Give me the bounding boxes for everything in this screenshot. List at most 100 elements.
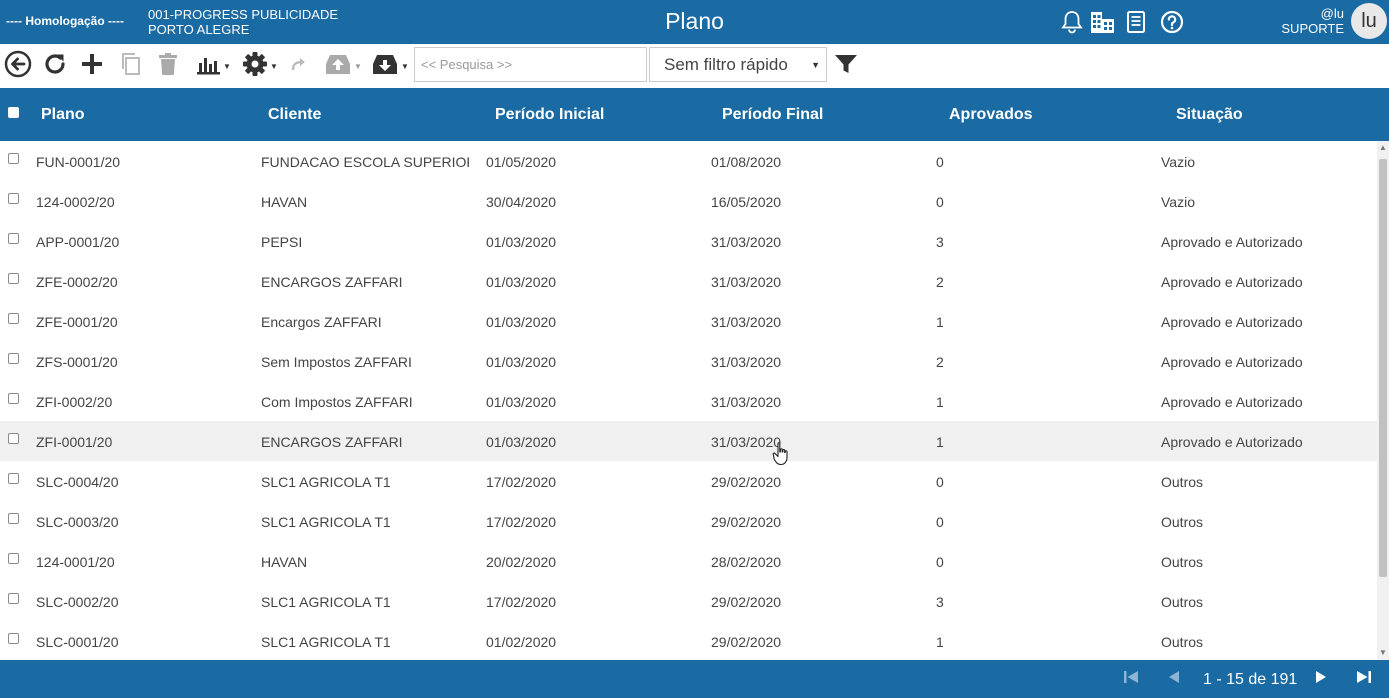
cell-plano: 124-0002/20 bbox=[36, 194, 115, 210]
table-row[interactable]: ZFI-0001/20 ENCARGOS ZAFFARI 01/03/2020 31/… bbox=[0, 421, 1377, 461]
delete-icon bbox=[157, 52, 179, 81]
quick-filter-select[interactable]: Sem filtro rápido ▼ bbox=[649, 47, 827, 82]
table-row[interactable]: SLC-0004/20 SLC1 AGRICOLA T1 17/02/2020 29/… bbox=[0, 461, 1377, 501]
cell-plano: 124-0001/20 bbox=[36, 554, 115, 570]
column-header-situacao[interactable]: Situação bbox=[1176, 106, 1243, 124]
vertical-scrollbar[interactable]: ▲ ▼ bbox=[1377, 141, 1389, 660]
table-row[interactable]: 124-0002/20 HAVAN 30/04/2020 16/05/2020 0 Vaz… bbox=[0, 181, 1377, 221]
chevron-down-icon: ▼ bbox=[223, 61, 231, 71]
row-checkbox[interactable] bbox=[8, 513, 19, 524]
cell-cliente: SLC1 AGRICOLA T1 bbox=[261, 634, 391, 650]
table-row[interactable]: 124-0001/20 HAVAN 20/02/2020 28/02/2020 0 Out… bbox=[0, 541, 1377, 581]
refresh-button[interactable] bbox=[41, 50, 69, 82]
row-checkbox[interactable] bbox=[8, 193, 19, 204]
table-row[interactable]: FUN-0001/20 FUNDACAO ESCOLA SUPERIOR... 01… bbox=[0, 141, 1377, 181]
row-checkbox[interactable] bbox=[8, 273, 19, 284]
cell-periodo-inicial: 17/02/2020 bbox=[486, 514, 557, 530]
row-checkbox[interactable] bbox=[8, 473, 19, 484]
cell-aprovados: 1 bbox=[936, 314, 944, 330]
user-info[interactable]: @lu SUPORTE bbox=[1281, 6, 1344, 36]
next-page-button[interactable] bbox=[1313, 670, 1329, 687]
table-row[interactable]: ZFI-0002/20 Com Impostos ZAFFARI 01/03/202… bbox=[0, 381, 1377, 421]
quick-filter-value: Sem filtro rápido bbox=[664, 54, 788, 74]
cell-situacao: Outros bbox=[1161, 554, 1204, 570]
scroll-up-icon[interactable]: ▲ bbox=[1377, 143, 1389, 153]
table-row[interactable]: SLC-0001/20 SLC1 AGRICOLA T1 01/02/2020 29/… bbox=[0, 621, 1377, 660]
scroll-down-icon[interactable]: ▼ bbox=[1377, 648, 1389, 658]
column-header-plano[interactable]: Plano bbox=[41, 106, 85, 124]
row-checkbox[interactable] bbox=[8, 633, 19, 644]
cell-periodo-final: 16/05/2020 bbox=[711, 194, 782, 210]
environment-label: ---- Homologação ---- bbox=[6, 14, 124, 28]
avatar[interactable]: lu bbox=[1351, 3, 1387, 39]
row-checkbox[interactable] bbox=[8, 593, 19, 604]
buildings-icon[interactable] bbox=[1090, 9, 1116, 35]
cell-situacao: Aprovado e Autorizado bbox=[1161, 274, 1303, 290]
cell-situacao: Aprovado e Autorizado bbox=[1161, 434, 1303, 450]
column-header-aprovados[interactable]: Aprovados bbox=[949, 106, 1033, 124]
upload-menu-button[interactable]: ▼ bbox=[322, 50, 364, 82]
settings-icon bbox=[242, 51, 268, 82]
chevron-down-icon: ▼ bbox=[354, 61, 362, 71]
company-info[interactable]: 001-PROGRESS PUBLICIDADE PORTO ALEGRE bbox=[148, 7, 338, 37]
column-header-periodo-inicial[interactable]: Período Inicial bbox=[495, 106, 604, 124]
scrollbar-thumb[interactable] bbox=[1379, 159, 1387, 577]
first-page-button[interactable] bbox=[1123, 670, 1139, 689]
prev-page-icon bbox=[1167, 670, 1181, 689]
cell-periodo-final: 29/02/2020 bbox=[711, 594, 782, 610]
search-input[interactable] bbox=[414, 47, 647, 82]
table-row[interactable]: SLC-0002/20 SLC1 AGRICOLA T1 17/02/2020 29/… bbox=[0, 581, 1377, 621]
cell-situacao: Outros bbox=[1161, 474, 1204, 490]
cell-aprovados: 0 bbox=[936, 514, 944, 530]
table-row[interactable]: SLC-0003/20 SLC1 AGRICOLA T1 17/02/2020 29/… bbox=[0, 501, 1377, 541]
cell-aprovados: 0 bbox=[936, 154, 944, 170]
settings-menu-button[interactable]: ▼ bbox=[240, 50, 280, 82]
table-row[interactable]: ZFS-0001/20 Sem Impostos ZAFFARI 01/03/202… bbox=[0, 341, 1377, 381]
cell-cliente: ENCARGOS ZAFFARI bbox=[261, 274, 403, 290]
last-page-button[interactable] bbox=[1355, 670, 1373, 687]
row-checkbox[interactable] bbox=[8, 433, 19, 444]
cell-aprovados: 0 bbox=[936, 554, 944, 570]
document-icon[interactable] bbox=[1123, 9, 1149, 35]
filter-button[interactable] bbox=[833, 50, 859, 82]
cell-plano: ZFE-0001/20 bbox=[36, 314, 118, 330]
row-checkbox[interactable] bbox=[8, 313, 19, 324]
table-body: FUN-0001/20 FUNDACAO ESCOLA SUPERIOR... 01… bbox=[0, 141, 1377, 660]
table-row[interactable]: ZFE-0001/20 Encargos ZAFFARI 01/03/2020 31/… bbox=[0, 301, 1377, 341]
copy-button[interactable] bbox=[118, 50, 144, 82]
bell-icon[interactable] bbox=[1059, 9, 1085, 35]
top-bar: ---- Homologação ---- 001-PROGRESS PUBLI… bbox=[0, 0, 1389, 44]
cell-plano: FUN-0001/20 bbox=[36, 154, 121, 170]
chart-menu-button[interactable]: ▼ bbox=[192, 50, 234, 82]
cell-periodo-final: 31/03/2020 bbox=[711, 234, 782, 250]
back-button[interactable] bbox=[3, 50, 33, 82]
cell-periodo-inicial: 01/05/2020 bbox=[486, 154, 557, 170]
download-menu-button[interactable]: ▼ bbox=[369, 50, 411, 82]
row-checkbox[interactable] bbox=[8, 353, 19, 364]
chart-icon bbox=[195, 53, 221, 80]
select-all-checkbox[interactable] bbox=[8, 107, 19, 118]
table-row[interactable]: APP-0001/20 PEPSI 01/03/2020 31/03/2020 3 Apr… bbox=[0, 221, 1377, 261]
column-header-periodo-final[interactable]: Período Final bbox=[722, 106, 823, 124]
row-checkbox[interactable] bbox=[8, 153, 19, 164]
first-page-icon bbox=[1123, 670, 1139, 689]
cell-periodo-inicial: 01/02/2020 bbox=[486, 634, 557, 650]
row-checkbox[interactable] bbox=[8, 393, 19, 404]
column-header-cliente[interactable]: Cliente bbox=[268, 106, 321, 124]
cell-situacao: Outros bbox=[1161, 594, 1204, 610]
cell-aprovados: 2 bbox=[936, 354, 944, 370]
cell-aprovados: 3 bbox=[936, 234, 944, 250]
add-button[interactable] bbox=[78, 50, 106, 82]
cell-situacao: Vazio bbox=[1161, 154, 1195, 170]
cell-cliente: HAVAN bbox=[261, 554, 308, 570]
row-checkbox[interactable] bbox=[8, 233, 19, 244]
row-checkbox[interactable] bbox=[8, 553, 19, 564]
cell-plano: APP-0001/20 bbox=[36, 234, 120, 250]
cell-periodo-inicial: 01/03/2020 bbox=[486, 274, 557, 290]
prev-page-button[interactable] bbox=[1166, 670, 1182, 689]
cell-periodo-inicial: 17/02/2020 bbox=[486, 474, 557, 490]
help-icon[interactable] bbox=[1159, 9, 1185, 35]
redo-button[interactable] bbox=[288, 50, 310, 82]
table-row[interactable]: ZFE-0002/20 ENCARGOS ZAFFARI 01/03/2020 31/… bbox=[0, 261, 1377, 301]
delete-button[interactable] bbox=[155, 50, 181, 82]
